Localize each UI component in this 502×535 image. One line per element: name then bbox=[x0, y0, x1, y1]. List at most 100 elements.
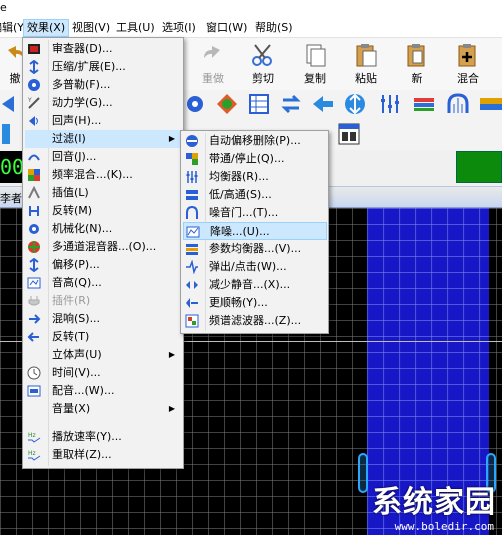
plugin-icon bbox=[28, 296, 40, 306]
new-file-icon bbox=[407, 44, 425, 67]
menu-item-time[interactable]: 时间(V)... bbox=[25, 364, 181, 382]
submenu-item-bandpass[interactable]: 带通/停止(Q)... bbox=[183, 150, 327, 168]
reduce-silence-icon bbox=[186, 281, 198, 289]
submenu-item-noise-reduction[interactable]: 降噪...(U)... bbox=[183, 222, 327, 240]
cut-button[interactable]: 剪切 bbox=[240, 40, 286, 88]
submenu-item-equalizer[interactable]: 均衡器(R)... bbox=[183, 168, 327, 186]
svg-text:Hz: Hz bbox=[28, 432, 36, 439]
arrow-left-blue-icon[interactable] bbox=[311, 92, 335, 116]
title-bar: e bbox=[0, 0, 502, 17]
menu-view[interactable]: 视图(V) bbox=[69, 20, 113, 36]
gear-icon[interactable] bbox=[183, 92, 207, 116]
window-layout-icon[interactable] bbox=[337, 122, 361, 146]
mixer-sliders-icon[interactable] bbox=[378, 92, 402, 116]
menu-help[interactable]: 帮助(S) bbox=[252, 20, 296, 36]
menu-item-voiceover[interactable]: 配音...(W)... bbox=[25, 382, 181, 400]
copy-icon bbox=[306, 44, 326, 67]
submenu-arrow-icon: ▶ bbox=[168, 350, 175, 359]
clock-icon bbox=[27, 366, 41, 380]
blue-indicator-icon bbox=[2, 124, 10, 144]
menu-item-multichannel[interactable]: 多通道混音器...(O)... bbox=[25, 238, 181, 256]
menu-item-volume[interactable]: 音量(X) ▶ bbox=[25, 400, 181, 418]
arrow-left-icon[interactable] bbox=[0, 92, 24, 116]
menu-tools[interactable]: 工具(U) bbox=[113, 20, 158, 36]
menu-item-dynamics[interactable]: Y 动力学(G)... bbox=[25, 94, 181, 112]
menu-item-plugin[interactable]: 插件(R) bbox=[25, 292, 181, 310]
paste-button[interactable]: 粘贴 bbox=[343, 40, 389, 88]
spectral-icon bbox=[185, 314, 199, 328]
mix-paste-icon bbox=[458, 44, 476, 67]
filter-submenu: 自动偏移删除(P)... 带通/停止(Q)... 均衡器(R)... 低/高通(… bbox=[180, 130, 329, 334]
parametric-eq-icon bbox=[186, 244, 198, 255]
pitch-icon bbox=[27, 277, 41, 289]
menu-item-filter[interactable]: 过滤(I) ▶ bbox=[25, 130, 181, 148]
menu-item-pitch[interactable]: 音高(Q)... bbox=[25, 274, 181, 292]
tab-label[interactable]: 李者 bbox=[0, 190, 22, 206]
menu-item-resample[interactable]: Hz 重取样(Z)... bbox=[25, 446, 181, 464]
menu-item-reverb[interactable]: 回音(J)... bbox=[25, 148, 181, 166]
level-meter bbox=[456, 151, 502, 183]
menu-item-mechanize[interactable]: 机械化(N)... bbox=[25, 220, 181, 238]
noise-reduction-icon bbox=[186, 226, 200, 238]
vertical-move-icon[interactable] bbox=[343, 92, 367, 116]
menu-options[interactable]: 选项(I) bbox=[159, 20, 199, 36]
time-display: 00 bbox=[0, 151, 24, 183]
submenu-item-lowhigh[interactable]: 低/高通(S)... bbox=[183, 186, 327, 204]
grid-chart-icon[interactable] bbox=[247, 92, 271, 116]
menu-effects[interactable]: 效果(X) bbox=[23, 19, 70, 37]
selection-start-handle[interactable] bbox=[358, 453, 368, 493]
menu-item-reverb2[interactable]: 混响(S)... bbox=[25, 310, 181, 328]
offset-icon bbox=[29, 258, 39, 272]
color-wheel-icon[interactable] bbox=[215, 92, 239, 116]
bandpass-icon bbox=[186, 153, 198, 165]
redo-button[interactable]: 重做 bbox=[190, 40, 236, 88]
paste-icon bbox=[356, 44, 377, 67]
smooth-icon bbox=[186, 298, 198, 308]
hz-icon: Hz bbox=[28, 432, 41, 443]
submenu-item-parametric-eq[interactable]: 参数均衡器...(V)... bbox=[183, 240, 327, 258]
submenu-item-smooth[interactable]: 更顺畅(Y)... bbox=[183, 294, 327, 312]
echo-icon bbox=[29, 116, 38, 126]
submenu-item-reduce-silence[interactable]: 减少静音...(X)... bbox=[183, 276, 327, 294]
menu-item-interpolate[interactable]: 插值(L) bbox=[25, 184, 181, 202]
dynamics-icon: Y bbox=[27, 97, 40, 109]
menu-item-stereo[interactable]: 立体声(U) ▶ bbox=[25, 346, 181, 364]
reverb-icon bbox=[28, 154, 40, 161]
menu-window[interactable]: 窗口(W) bbox=[203, 20, 250, 36]
arch-icon[interactable] bbox=[446, 92, 470, 116]
watermark-url: www.boledir.com bbox=[394, 520, 494, 533]
menu-item-doppler[interactable]: 多普勒(F)... bbox=[25, 76, 181, 94]
menu-item-freq-mix[interactable]: 频率混合...(K)... bbox=[25, 166, 181, 184]
swap-icon[interactable] bbox=[279, 92, 303, 116]
reverse-icon bbox=[27, 332, 39, 342]
submenu-item-spectral[interactable]: 频谱滤波器...(Z)... bbox=[183, 312, 327, 330]
submenu-item-auto-dc[interactable]: 自动偏移删除(P)... bbox=[183, 132, 327, 150]
new-button[interactable]: 新 bbox=[394, 40, 440, 88]
invert-icon bbox=[29, 206, 39, 216]
svg-text:Hz: Hz bbox=[28, 450, 36, 457]
effects-menu: 审查器(D)... 压缩/扩展(E)... 多普勒(F)... Y 动力学(G)… bbox=[22, 37, 184, 469]
submenu-item-noisegate[interactable]: 噪音门...(T)... bbox=[183, 204, 327, 222]
submenu-arrow-icon: ▶ bbox=[168, 134, 175, 143]
window-title: e bbox=[0, 1, 7, 14]
menu-item-echo[interactable]: 回声(H)... bbox=[25, 112, 181, 130]
copy-button[interactable]: 复制 bbox=[292, 40, 338, 88]
menu-item-invert[interactable]: 反转(M) bbox=[25, 202, 181, 220]
menu-item-offset[interactable]: 偏移(P)... bbox=[25, 256, 181, 274]
mix-paste-button[interactable]: 混合 bbox=[445, 40, 491, 88]
pop-click-icon bbox=[186, 260, 198, 274]
menu-bar: 编辑(Y) 效果(X) 视图(V) 工具(U) 选项(I) 窗口(W) 帮助(S… bbox=[0, 17, 502, 38]
submenu-item-pop-click[interactable]: 弹出/点击(W)... bbox=[183, 258, 327, 276]
watermark-text: 系统家园 bbox=[372, 485, 496, 520]
menu-item-playback-rate[interactable]: Hz 播放速率(Y)... bbox=[25, 428, 181, 446]
mechanize-icon bbox=[29, 224, 39, 234]
interpolate-icon bbox=[28, 186, 40, 199]
compress-icon bbox=[29, 60, 39, 74]
menu-item-inspector[interactable]: 审查器(D)... bbox=[25, 40, 181, 58]
menu-item-reverse[interactable]: 反转(T) bbox=[25, 328, 181, 346]
menu-item-compress[interactable]: 压缩/扩展(E)... bbox=[25, 58, 181, 76]
submenu-arrow-icon: ▶ bbox=[168, 404, 175, 413]
inspector-icon bbox=[28, 44, 40, 54]
gradient-icon[interactable] bbox=[478, 92, 502, 116]
spectrum-icon[interactable] bbox=[412, 92, 436, 116]
